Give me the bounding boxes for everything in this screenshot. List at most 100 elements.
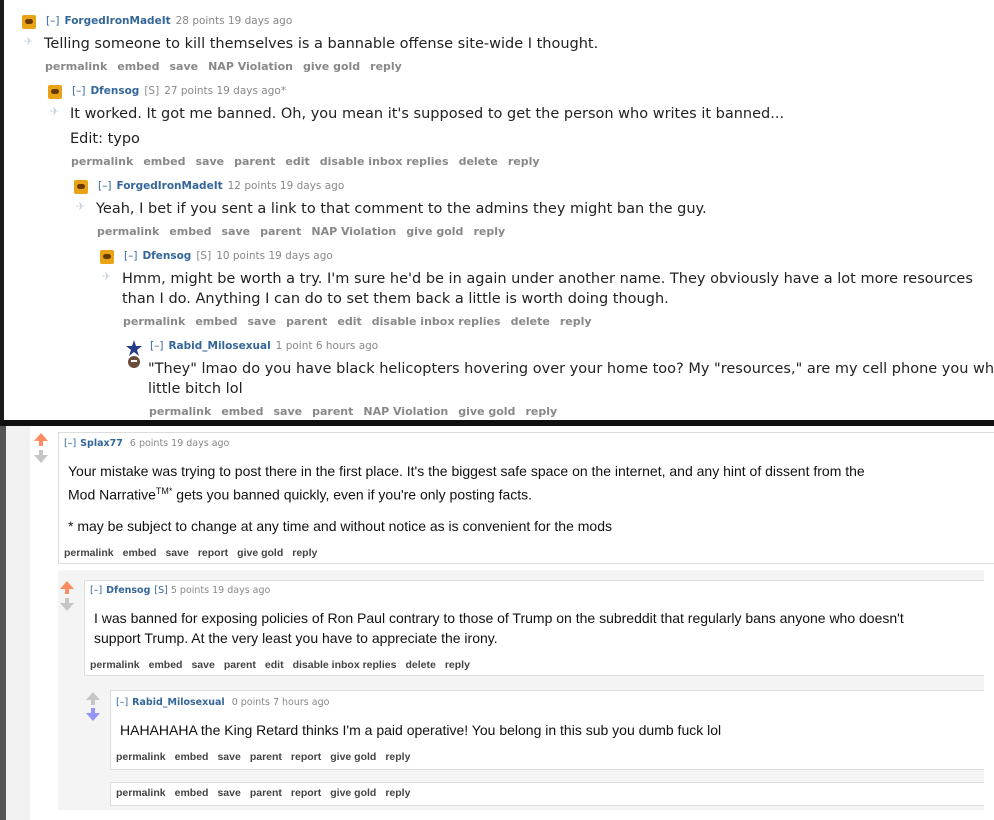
report-button[interactable]: report [198, 547, 228, 559]
author-link[interactable]: ForgedIronMadeIt [64, 15, 170, 27]
author-link[interactable]: Rabid_Milosexual [168, 340, 270, 352]
reply-button[interactable]: reply [292, 547, 317, 559]
permalink-button[interactable]: permalink [116, 787, 166, 799]
comment-body: Telling someone to kill themselves is a … [44, 36, 599, 52]
save-button[interactable]: save [165, 547, 188, 559]
embed-button[interactable]: embed [143, 155, 185, 168]
collapse-toggle[interactable]: [–] [64, 438, 76, 449]
screenshot-divider [0, 420, 994, 426]
nap-violation-button[interactable]: NAP Violation [311, 225, 396, 238]
collapse-toggle[interactable]: [–] [46, 15, 59, 27]
comment-buttons: permalink embed save parent report give gold r… [116, 787, 419, 799]
embed-button[interactable]: embed [175, 787, 209, 799]
give-gold-button[interactable]: give gold [330, 787, 376, 799]
delete-button[interactable]: delete [511, 315, 550, 328]
disable-inbox-replies-button[interactable]: disable inbox replies [372, 315, 501, 328]
save-button[interactable]: save [191, 659, 214, 671]
parent-button[interactable]: parent [312, 405, 353, 418]
nap-violation-button[interactable]: NAP Violation [208, 60, 293, 73]
collapse-toggle[interactable]: [–] [116, 697, 128, 708]
parent-button[interactable]: parent [250, 787, 282, 799]
edit-button[interactable]: edit [285, 155, 309, 168]
save-button[interactable]: save [247, 315, 276, 328]
parent-button[interactable]: parent [286, 315, 327, 328]
embed-button[interactable]: embed [123, 547, 157, 559]
give-gold-button[interactable]: give gold [237, 547, 283, 559]
comment-body: It worked. It got me banned. Oh, you mea… [70, 106, 785, 122]
permalink-button[interactable]: permalink [116, 751, 166, 763]
collapse-toggle[interactable]: [–] [90, 585, 102, 596]
save-button[interactable]: save [169, 60, 198, 73]
edit-button[interactable]: edit [265, 659, 284, 671]
save-button[interactable]: save [217, 751, 240, 763]
disable-inbox-replies-button[interactable]: disable inbox replies [293, 659, 397, 671]
nap-violation-button[interactable]: NAP Violation [363, 405, 448, 418]
author-link[interactable]: Splax77 [80, 438, 123, 449]
collapse-toggle[interactable]: [–] [98, 180, 111, 192]
reply-button[interactable]: reply [560, 315, 592, 328]
reply-button[interactable]: reply [525, 405, 557, 418]
permalink-button[interactable]: permalink [45, 60, 107, 73]
give-gold-button[interactable]: give gold [406, 225, 463, 238]
wing-icon: ✈ [76, 200, 86, 213]
embed-button[interactable]: embed [117, 60, 159, 73]
reply-button[interactable]: reply [370, 60, 402, 73]
embed-button[interactable]: embed [149, 659, 183, 671]
permalink-button[interactable]: permalink [123, 315, 185, 328]
reply-button[interactable]: reply [385, 751, 410, 763]
collapse-toggle[interactable]: [–] [124, 250, 137, 262]
comment-buttons: permalink embed save NAP Violation give gold… [45, 60, 412, 73]
parent-button[interactable]: parent [250, 751, 282, 763]
author-link[interactable]: Dfensog [106, 585, 150, 596]
report-button[interactable]: report [291, 787, 321, 799]
upvote-icon[interactable] [86, 692, 100, 700]
reply-button[interactable]: reply [473, 225, 505, 238]
save-button[interactable]: save [217, 787, 240, 799]
give-gold-button[interactable]: give gold [330, 751, 376, 763]
reply-button[interactable]: reply [445, 659, 470, 671]
embed-button[interactable]: embed [169, 225, 211, 238]
upvote-icon[interactable] [34, 433, 48, 441]
embed-button[interactable]: embed [195, 315, 237, 328]
parent-button[interactable]: parent [260, 225, 301, 238]
comment-buttons: permalink embed save parent edit disable inbo… [71, 155, 550, 168]
save-button[interactable]: save [273, 405, 302, 418]
author-link[interactable]: ForgedIronMadeIt [116, 180, 222, 192]
embed-button[interactable]: embed [221, 405, 263, 418]
disable-inbox-replies-button[interactable]: disable inbox replies [320, 155, 449, 168]
give-gold-button[interactable]: give gold [303, 60, 360, 73]
embed-button[interactable]: embed [175, 751, 209, 763]
permalink-button[interactable]: permalink [97, 225, 159, 238]
comment-buttons: permalink embed save parent edit disable inbo… [123, 315, 602, 328]
downvote-icon[interactable] [60, 603, 74, 611]
submitter-badge: [S] [196, 250, 212, 262]
give-gold-button[interactable]: give gold [458, 405, 515, 418]
save-button[interactable]: save [221, 225, 250, 238]
downvote-icon[interactable] [34, 455, 48, 463]
comment-tagline: [–] Rabid_Milosexual 0 points 7 hours ago [116, 697, 329, 708]
parent-button[interactable]: parent [224, 659, 256, 671]
flair-icon [100, 250, 114, 264]
text-segment: gets you banned quickly, even if you're … [172, 486, 533, 503]
author-link[interactable]: Dfensog [90, 85, 139, 97]
downvote-icon[interactable] [86, 713, 100, 721]
author-link[interactable]: Dfensog [142, 250, 191, 262]
author-link[interactable]: Rabid_Milosexual [132, 697, 224, 708]
report-button[interactable]: report [291, 751, 321, 763]
upvote-icon[interactable] [60, 581, 74, 589]
save-button[interactable]: save [195, 155, 224, 168]
permalink-button[interactable]: permalink [64, 547, 114, 559]
permalink-button[interactable]: permalink [71, 155, 133, 168]
collapse-toggle[interactable]: [–] [72, 85, 85, 97]
flair-icon [74, 180, 88, 194]
parent-button[interactable]: parent [234, 155, 275, 168]
reply-button[interactable]: reply [385, 787, 410, 799]
permalink-button[interactable]: permalink [90, 659, 140, 671]
reply-button[interactable]: reply [508, 155, 540, 168]
delete-button[interactable]: delete [459, 155, 498, 168]
flair-icon [48, 85, 62, 99]
delete-button[interactable]: delete [405, 659, 435, 671]
edit-button[interactable]: edit [337, 315, 361, 328]
collapse-toggle[interactable]: [–] [150, 340, 163, 352]
permalink-button[interactable]: permalink [149, 405, 211, 418]
